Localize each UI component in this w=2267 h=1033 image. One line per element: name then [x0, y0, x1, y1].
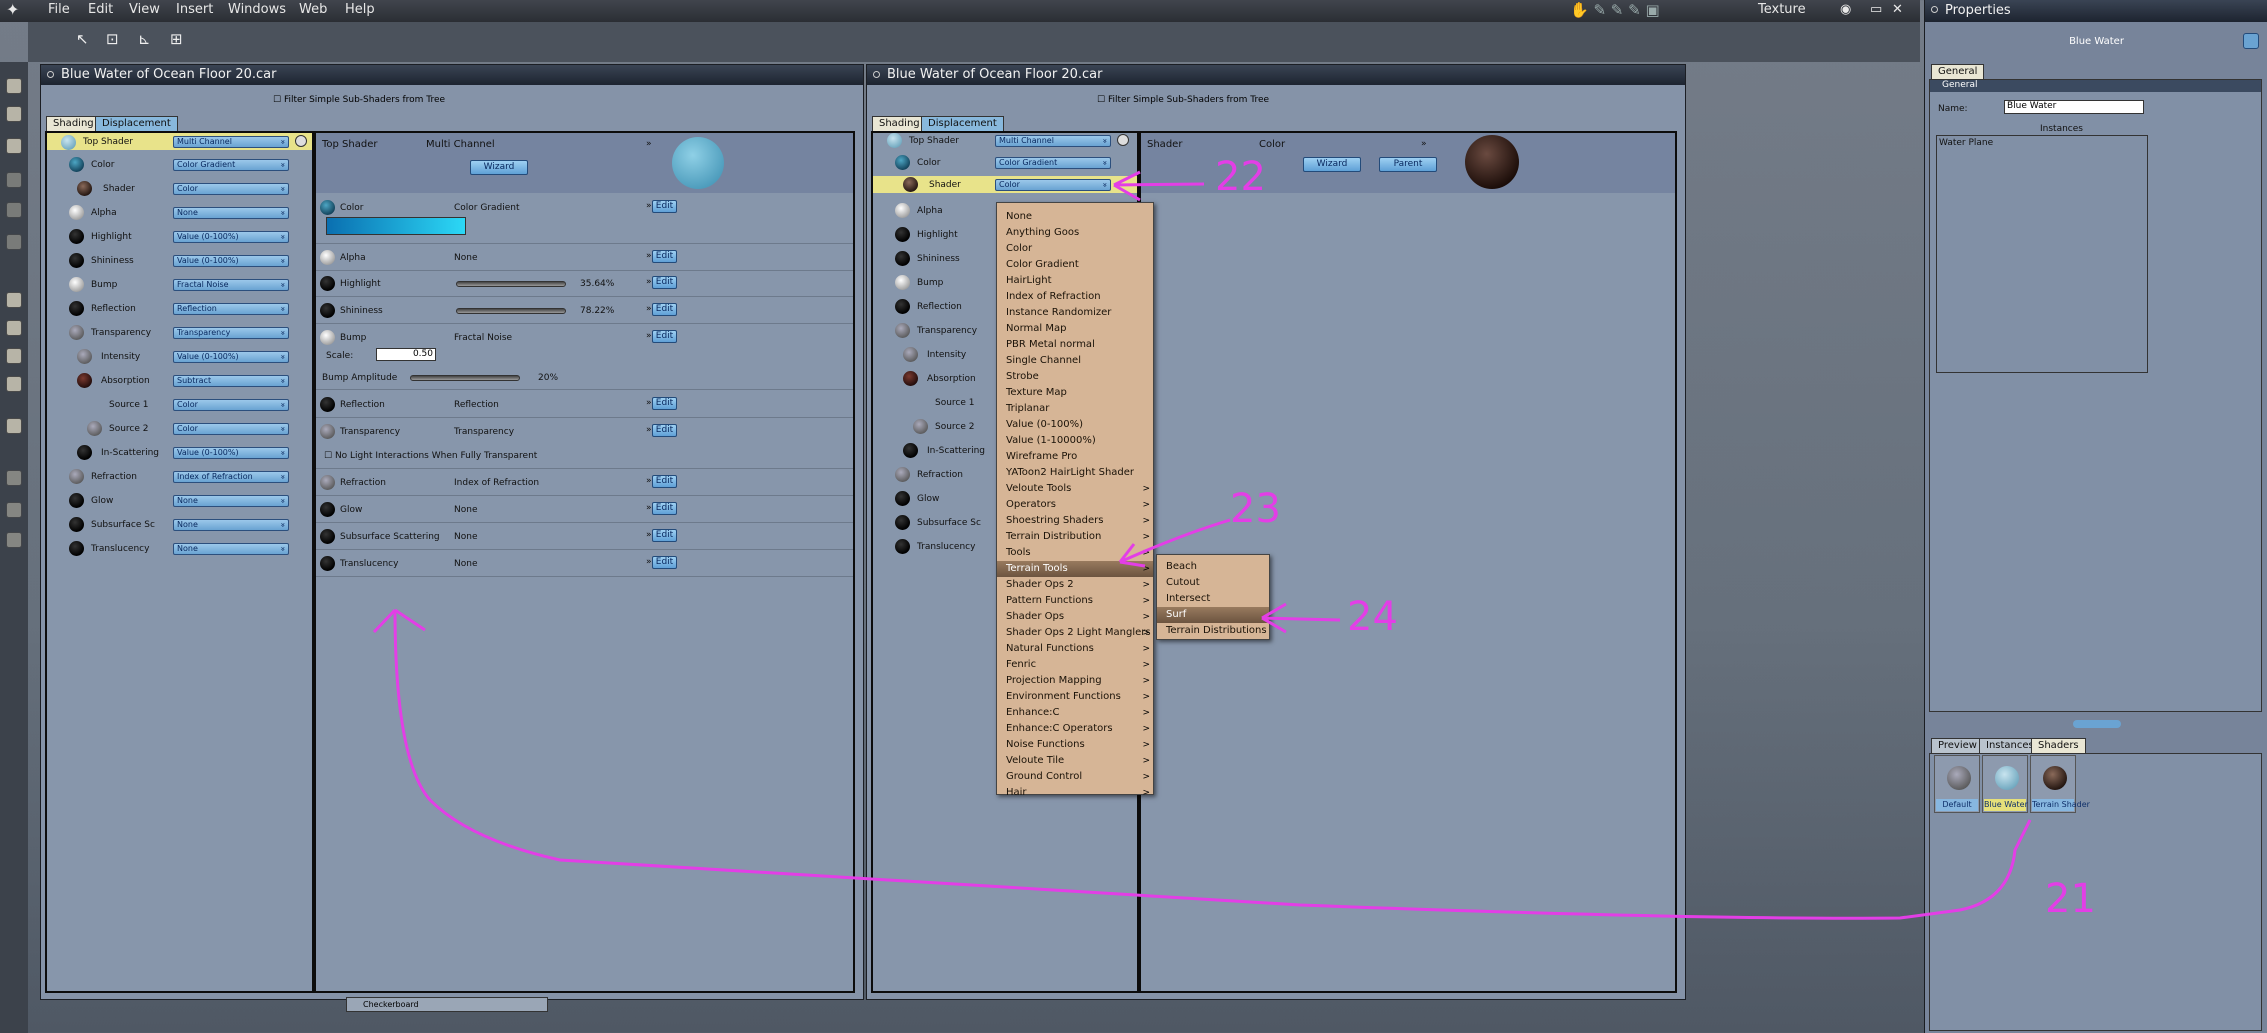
arrow-22 [1113, 170, 1205, 202]
annotation-24: 24 [1347, 594, 1398, 640]
annotation-21: 21 [2045, 876, 2096, 922]
arrow-21 [372, 608, 2032, 920]
arrow-24 [1261, 602, 1341, 634]
annotation-23: 23 [1230, 486, 1281, 532]
annotation-overlay [372, 170, 2032, 920]
annotation-22: 22 [1215, 154, 1266, 200]
arrow-23 [1118, 518, 1231, 568]
